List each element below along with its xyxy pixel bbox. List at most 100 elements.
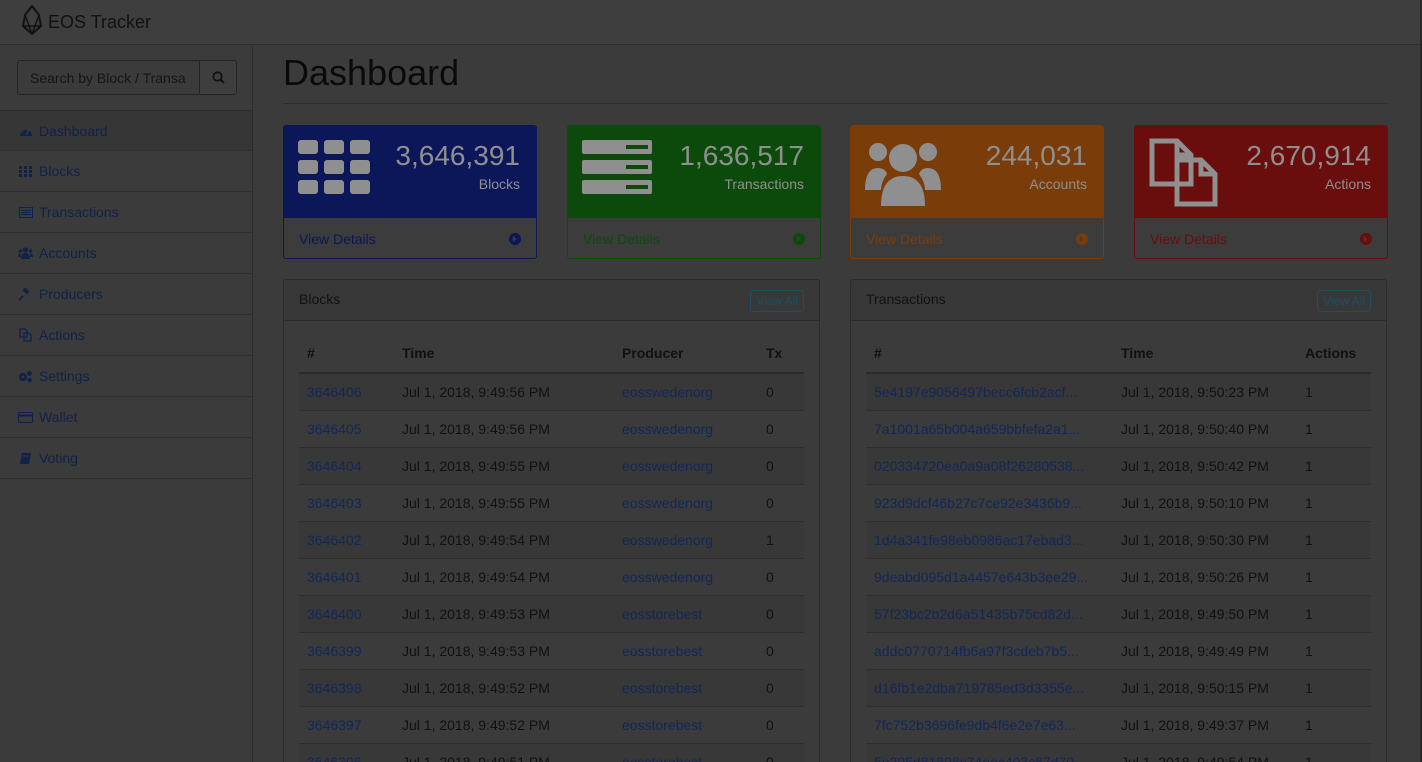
table-cell: 0 <box>758 558 804 596</box>
stat-value: 3,646,391 <box>395 140 520 171</box>
view-details-link[interactable]: View Details <box>568 218 820 258</box>
table-link[interactable]: eosstorebest <box>622 606 702 622</box>
table-link[interactable]: 57f23bc2b2d6a51435b75cd82d... <box>874 606 1083 622</box>
copy-icon <box>1149 138 1221 213</box>
table-link[interactable]: 3646401 <box>307 569 362 585</box>
sidebar-item-label: Wallet <box>39 409 78 425</box>
table-cell: Jul 1, 2018, 9:50:15 PM <box>1113 669 1297 707</box>
table-link[interactable]: eosswedenorg <box>622 495 713 511</box>
arrow-circle-right-icon <box>793 233 805 245</box>
table-link[interactable]: 7a1001a65b004a659bbfefa2a1... <box>874 421 1080 437</box>
table-link[interactable]: 3646398 <box>307 680 362 696</box>
sidebar-item-accounts[interactable]: Accounts <box>0 233 252 274</box>
table-cell: eosswedenorg <box>614 558 758 596</box>
table-link[interactable]: eosstorebest <box>622 643 702 659</box>
table-header-row: # Time Actions <box>866 333 1371 374</box>
table-cell: 3646400 <box>299 595 394 633</box>
table-link[interactable]: 923d9dcf46b27c7ce92e3436b9... <box>874 495 1082 511</box>
book-icon <box>18 451 33 466</box>
sidebar-item-label: Blocks <box>39 163 81 179</box>
sidebar-item-transactions[interactable]: Transactions <box>0 192 252 233</box>
table-link[interactable]: 3646402 <box>307 532 362 548</box>
table-row: 020334720ea0a9a08f26280538... Jul 1, 2018… <box>866 447 1371 485</box>
table-link[interactable]: 3646399 <box>307 643 362 659</box>
table-link[interactable]: 7fc752b3696fe9db4f6e2e7e63... <box>874 717 1076 733</box>
sidebar-item-wallet[interactable]: Wallet <box>0 397 252 438</box>
sidebar-item-blocks[interactable]: Blocks <box>0 151 252 192</box>
brand[interactable]: EOS Tracker <box>20 3 151 40</box>
table-link[interactable]: 5e4197e9056497becc6fcb2acf... <box>874 384 1077 400</box>
table-link[interactable]: addc0770714fb6a97f3cdeb7b5... <box>874 643 1079 659</box>
table-link[interactable]: 3646404 <box>307 458 362 474</box>
view-details-link[interactable]: View Details <box>1135 218 1387 258</box>
title-divider <box>283 103 1387 104</box>
table-link[interactable]: eosswedenorg <box>622 421 713 437</box>
eos-logo-icon <box>20 3 44 40</box>
table-cell: Jul 1, 2018, 9:50:10 PM <box>1113 484 1297 522</box>
table-link[interactable]: d16fb1e2dba719785ed3d3355e... <box>874 680 1084 696</box>
table-link[interactable]: 020334720ea0a9a08f26280538... <box>874 458 1084 474</box>
table-link[interactable]: eosswedenorg <box>622 384 713 400</box>
stat-card-header: 1,636,517 Transactions <box>568 126 820 218</box>
table-link[interactable]: eosstorebest <box>622 754 702 762</box>
table-cell: 0 <box>758 595 804 633</box>
stat-card-blocks: 3,646,391 Blocks View Details <box>283 125 537 259</box>
search-button[interactable] <box>199 60 237 95</box>
table-cell: 1 <box>1297 558 1371 596</box>
column-header: Tx <box>758 333 804 374</box>
sidebar-item-label: Actions <box>39 327 85 343</box>
view-details-link[interactable]: View Details <box>284 218 536 258</box>
table-link[interactable]: eosstorebest <box>622 680 702 696</box>
table-cell: 0 <box>758 447 804 485</box>
table-cell: eosstorebest <box>614 669 758 707</box>
sidebar-item-label: Accounts <box>39 245 97 261</box>
view-all-transactions-button[interactable]: View All <box>1317 290 1371 312</box>
table-row: 3646405 Jul 1, 2018, 9:49:56 PM eosswedeno… <box>299 410 804 448</box>
table-link[interactable]: 3646406 <box>307 384 362 400</box>
sidebar-item-producers[interactable]: Producers <box>0 274 252 315</box>
table-cell: 3646398 <box>299 669 394 707</box>
panel-header: Transactions View All <box>851 280 1386 321</box>
table-link[interactable]: 1d4a341fe98eb0986ac17ebad3... <box>874 532 1083 548</box>
stat-label: Accounts <box>1029 176 1087 192</box>
table-link[interactable]: 3646403 <box>307 495 362 511</box>
table-cell: 3646401 <box>299 558 394 596</box>
table-cell: eosswedenorg <box>614 410 758 448</box>
table-link[interactable]: 3646405 <box>307 421 362 437</box>
copy-icon <box>18 328 33 343</box>
table-cell: Jul 1, 2018, 9:49:52 PM <box>394 669 614 707</box>
table-cell: 1 <box>1297 669 1371 707</box>
table-link[interactable]: 3646397 <box>307 717 362 733</box>
stat-card-actions: 2,670,914 Actions View Details <box>1134 125 1388 259</box>
table-cell: Jul 1, 2018, 9:49:54 PM <box>394 558 614 596</box>
table-link[interactable]: 3646396 <box>307 754 362 762</box>
sidebar-item-voting[interactable]: Voting <box>0 438 252 479</box>
table-cell: 1 <box>758 521 804 559</box>
search-input[interactable] <box>17 60 199 95</box>
table-link[interactable]: eosswedenorg <box>622 532 713 548</box>
sidebar-item-label: Transactions <box>39 204 119 220</box>
users-icon <box>18 246 33 261</box>
table-row: 5e4197e9056497becc6fcb2acf... Jul 1, 2018… <box>866 373 1371 411</box>
table-cell: Jul 1, 2018, 9:49:50 PM <box>1113 595 1297 633</box>
table-cell: 5e295d81898c74eec403c67d70... <box>866 743 1113 762</box>
view-all-blocks-button[interactable]: View All <box>750 290 804 312</box>
table-row: 3646402 Jul 1, 2018, 9:49:54 PM eosswedeno… <box>299 521 804 559</box>
table-link[interactable]: eosswedenorg <box>622 458 713 474</box>
table-link[interactable]: 3646400 <box>307 606 362 622</box>
column-header: Actions <box>1297 333 1371 374</box>
table-cell: 0 <box>758 632 804 670</box>
sidebar-item-settings[interactable]: Settings <box>0 356 252 397</box>
table-cell: Jul 1, 2018, 9:50:42 PM <box>1113 447 1297 485</box>
table-cell: Jul 1, 2018, 9:50:23 PM <box>1113 373 1297 411</box>
table-cell: eosswedenorg <box>614 521 758 559</box>
view-details-link[interactable]: View Details <box>851 218 1103 258</box>
sidebar-item-actions[interactable]: Actions <box>0 315 252 356</box>
table-link[interactable]: eosswedenorg <box>622 569 713 585</box>
table-link[interactable]: 5e295d81898c74eec403c67d70... <box>874 754 1086 762</box>
table-link[interactable]: eosstorebest <box>622 717 702 733</box>
table-row: 3646400 Jul 1, 2018, 9:49:53 PM eosstorebe… <box>299 595 804 633</box>
sidebar-item-dashboard[interactable]: Dashboard <box>0 110 252 151</box>
sidebar-item-label: Settings <box>39 368 90 384</box>
table-link[interactable]: 9deabd095d1a4457e643b3ee29... <box>874 569 1088 585</box>
